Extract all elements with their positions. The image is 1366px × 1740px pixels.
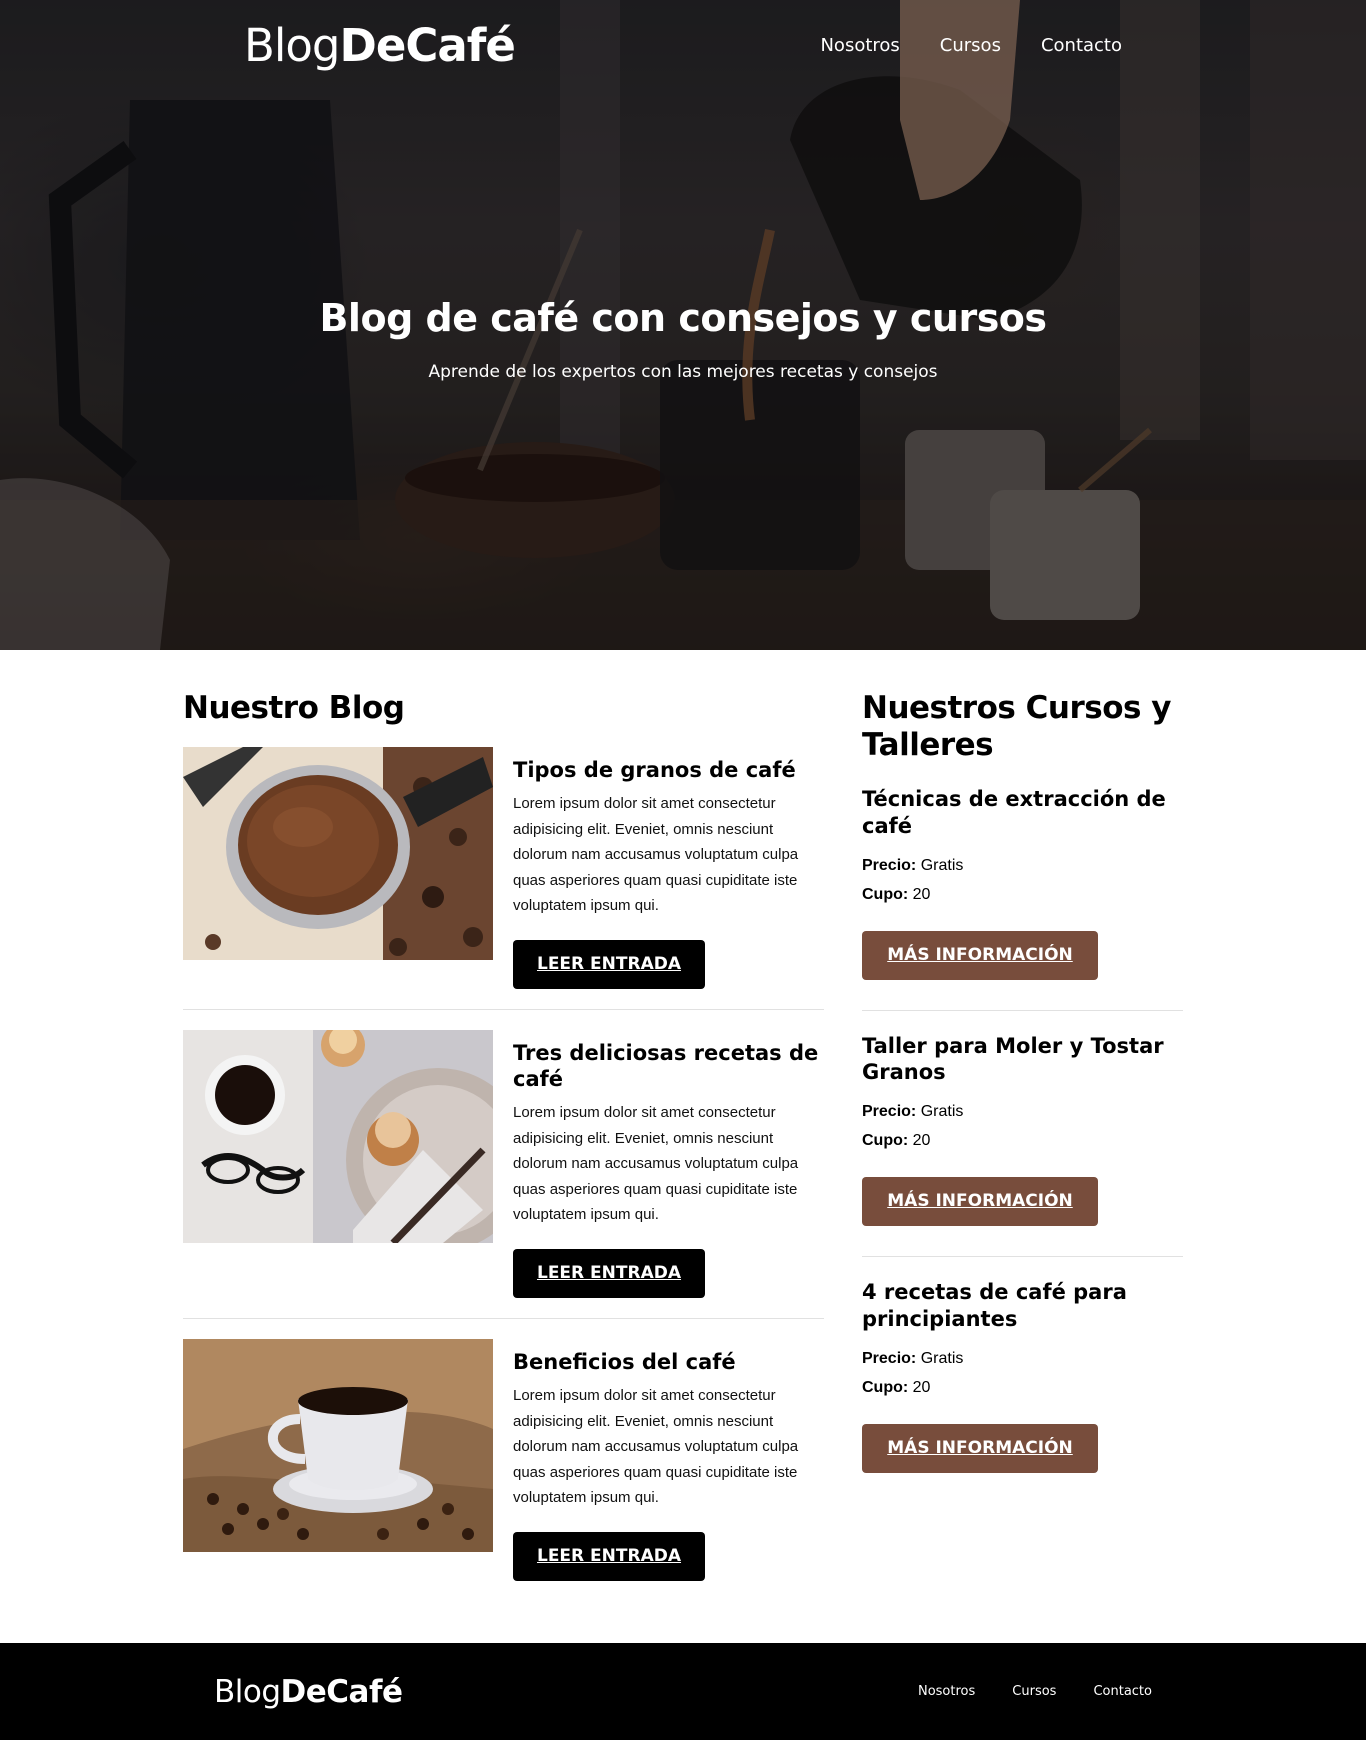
footer-nav: Nosotros Cursos Contacto [918, 1684, 1152, 1699]
more-info-button[interactable]: MÁS INFORMACIÓN [862, 1423, 1098, 1473]
post-body: Beneficios del café Lorem ipsum dolor si… [513, 1339, 824, 1581]
course-item: 4 recetas de café para principiantes Pre… [862, 1257, 1183, 1503]
course-title: Técnicas de extracción de café [862, 787, 1166, 838]
price-label: Precio: [862, 856, 917, 874]
post-excerpt: Lorem ipsum dolor sit amet consectetur a… [513, 795, 799, 915]
blog-heading: Nuestro Blog [183, 690, 405, 726]
price-label: Precio: [862, 1103, 917, 1121]
footer-logo-bold-text: DeCafé [280, 1673, 403, 1710]
footer-logo[interactable]: BlogDeCafé [214, 1673, 403, 1710]
hero-subtitle: Aprende de los expertos con las mejores … [428, 362, 938, 382]
course-title: 4 recetas de café para principiantes [862, 1280, 1127, 1331]
read-post-button[interactable]: Leer Entrada [513, 939, 705, 989]
post-title[interactable]: Tres deliciosas recetas de café [513, 1040, 824, 1093]
read-post-button[interactable]: Leer Entrada [513, 1248, 705, 1298]
post-excerpt: Lorem ipsum dolor sit amet consectetur a… [513, 1387, 799, 1507]
blog-post: Beneficios del café Lorem ipsum dolor si… [183, 1319, 824, 1601]
nav-link-cursos[interactable]: Cursos [940, 35, 1001, 56]
price-value: Gratis [920, 1349, 964, 1367]
footer-logo-light-text: Blog [214, 1673, 281, 1710]
post-body: Tres deliciosas recetas de café Lorem ip… [513, 1030, 824, 1298]
course-quota: Cupo: 20 [862, 1373, 1183, 1402]
main-nav: Nosotros Cursos Contacto [820, 35, 1122, 56]
post-title[interactable]: Beneficios del café [513, 1349, 824, 1375]
nav-link-nosotros[interactable]: Nosotros [820, 35, 899, 56]
course-price: Precio: Gratis [862, 851, 1183, 880]
price-value: Gratis [920, 1103, 964, 1121]
hero-title: Blog de café con consejos y cursos [319, 296, 1047, 340]
site-header: BlogDeCafé Nosotros Cursos Contacto [244, 0, 1122, 180]
quota-label: Cupo: [862, 885, 909, 903]
blog-section: Nuestro Blog Tipos de granos de café Lor… [183, 690, 824, 1601]
hero-text: Blog de café con consejos y cursos Apren… [0, 296, 1366, 382]
logo-bold-text: DeCafé [339, 18, 515, 72]
quota-label: Cupo: [862, 1132, 909, 1150]
courses-heading: Nuestros Cursos y Talleres [862, 690, 1171, 764]
main-content: Nuestro Blog Tipos de granos de café Lor… [0, 650, 1366, 1601]
hero: BlogDeCafé Nosotros Cursos Contacto Blog… [0, 0, 1366, 650]
quota-value: 20 [912, 885, 931, 903]
quota-value: 20 [912, 1378, 931, 1396]
site-logo[interactable]: BlogDeCafé [244, 18, 516, 72]
price-value: Gratis [920, 856, 964, 874]
quota-label: Cupo: [862, 1378, 909, 1396]
course-title: Taller para Moler y Tostar Granos [862, 1033, 1164, 1085]
course-quota: Cupo: 20 [862, 1126, 1183, 1155]
course-price: Precio: Gratis [862, 1097, 1183, 1126]
footer-link-nosotros[interactable]: Nosotros [918, 1684, 975, 1699]
price-label: Precio: [862, 1349, 917, 1367]
logo-light-text: Blog [244, 18, 340, 72]
more-info-button[interactable]: MÁS INFORMACIÓN [862, 930, 1098, 980]
post-body: Tipos de granos de café Lorem ipsum dolo… [513, 747, 824, 989]
read-post-button[interactable]: Leer Entrada [513, 1531, 705, 1581]
course-quota: Cupo: 20 [862, 880, 1183, 909]
post-title[interactable]: Tipos de granos de café [513, 757, 824, 783]
footer-link-contacto[interactable]: Contacto [1093, 1684, 1152, 1699]
quota-value: 20 [912, 1132, 931, 1150]
course-item: Taller para Moler y Tostar Granos Precio… [862, 1011, 1183, 1258]
post-image-coffee-cupcake[interactable] [183, 1029, 493, 1243]
nav-link-contacto[interactable]: Contacto [1041, 35, 1122, 56]
footer-link-cursos[interactable]: Cursos [1012, 1684, 1056, 1699]
post-excerpt: Lorem ipsum dolor sit amet consectetur a… [513, 1104, 799, 1224]
post-image-coffee-grounds[interactable] [183, 747, 493, 961]
courses-section: Nuestros Cursos y Talleres Técnicas de e… [862, 690, 1183, 1601]
course-item: Técnicas de extracción de café Precio: G… [862, 764, 1183, 1011]
course-price: Precio: Gratis [862, 1344, 1183, 1373]
post-image-coffee-cup-beans[interactable] [183, 1338, 493, 1552]
site-footer: BlogDeCafé Nosotros Cursos Contacto [0, 1643, 1366, 1740]
blog-post: Tres deliciosas recetas de café Lorem ip… [183, 1010, 824, 1319]
more-info-button[interactable]: MÁS INFORMACIÓN [862, 1177, 1098, 1227]
blog-post: Tipos de granos de café Lorem ipsum dolo… [183, 727, 824, 1010]
